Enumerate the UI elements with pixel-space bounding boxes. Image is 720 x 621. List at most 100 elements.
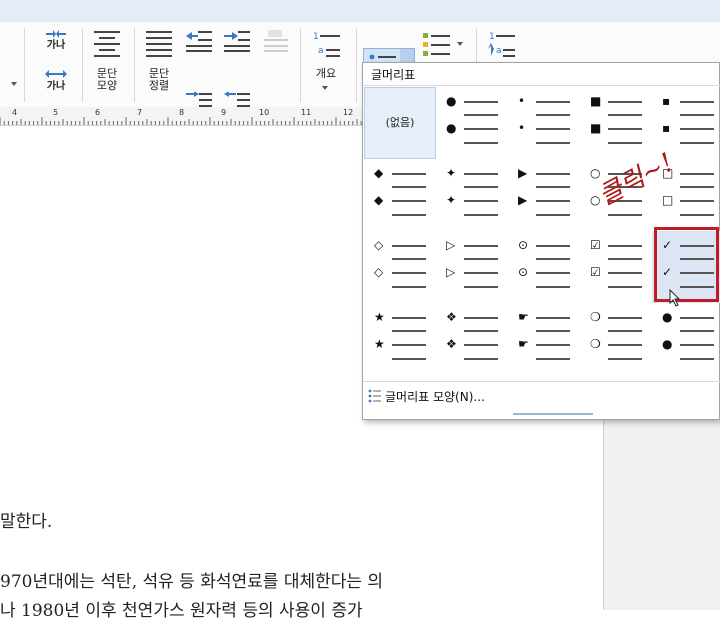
bullet-line (608, 272, 642, 274)
bullet-glyph: ◆ (374, 166, 384, 180)
bullet-line (536, 344, 570, 346)
bullet-line (464, 245, 498, 247)
bullet-line (464, 114, 498, 116)
bullet-option-triangle-right[interactable]: ▶ ▶ (508, 159, 580, 231)
bullet-glyph: ▪ (662, 121, 671, 135)
bullet-glyph: ★ (374, 310, 385, 324)
bullet-line (680, 114, 714, 116)
outline-level-icon[interactable]: 1 a (487, 30, 517, 58)
bullet-glyph: ▷ (446, 265, 456, 279)
bullet-glyph: ▷ (446, 238, 456, 252)
bullet-line (464, 258, 498, 260)
bullet-option-small-dot[interactable]: • • (508, 87, 580, 159)
bullet-line (608, 344, 642, 346)
indent-icon[interactable] (222, 30, 252, 52)
chevron-down-icon[interactable] (10, 80, 20, 88)
bullet-line (680, 128, 714, 130)
bullet-option-checkbox[interactable]: ☑ ☑ (580, 231, 652, 303)
outdent-icon[interactable] (184, 30, 214, 52)
bullet-glyph: ● (662, 337, 673, 351)
popup-title: 글머리표 (371, 68, 416, 82)
ribbon-separator (82, 28, 83, 102)
bullet-line (680, 186, 714, 188)
bullet-option-diamond[interactable]: ◆ ◆ (364, 159, 436, 231)
bullet-option-filled-circle[interactable]: ● ● (436, 87, 508, 159)
char-narrow-label: 가나 (46, 40, 66, 51)
char-narrow-icon[interactable] (44, 28, 68, 40)
scroll-indicator[interactable] (513, 413, 593, 415)
paragraph-align-label: 문단 정렬 (148, 67, 170, 92)
bullet-glyph: ★ (374, 337, 385, 351)
bullet-glyph: • (518, 94, 526, 108)
bullet-line (680, 344, 714, 346)
char-wide-icon[interactable] (44, 68, 68, 80)
bullet-option-star[interactable]: ★ ★ (364, 303, 436, 375)
divider (363, 85, 720, 86)
bullet-glyph: ◇ (374, 238, 384, 252)
paragraph-align-icon[interactable] (144, 30, 174, 58)
bullet-line (608, 128, 642, 130)
bullet-glyph: ❖ (446, 310, 457, 324)
bullet-line (464, 272, 498, 274)
bullet-line (680, 317, 714, 319)
bullet-option-dot[interactable]: ● ● (652, 303, 720, 375)
doc-line: 말한다. (0, 512, 53, 532)
bullet-glyph: ❖ (446, 337, 457, 351)
bullet-glyph: ⊙ (518, 238, 529, 252)
bullet-line (392, 173, 426, 175)
bullet-glyph: ✦ (446, 166, 457, 180)
divider (363, 381, 720, 382)
chevron-down-icon[interactable] (321, 84, 331, 92)
bullet-glyph: ▶ (518, 193, 528, 207)
paragraph-shape-icon[interactable] (92, 30, 122, 58)
bullet-line (536, 186, 570, 188)
bullet-line (464, 286, 498, 288)
bullet-option-bullseye[interactable]: ⊙ ⊙ (508, 231, 580, 303)
bullet-option-filled-square[interactable]: ■ ■ (580, 87, 652, 159)
bullet-line (536, 330, 570, 332)
bullet-option-open-circle[interactable]: ❍ ❍ (580, 303, 652, 375)
bullet-line (392, 317, 426, 319)
horizontal-ruler[interactable]: 4 5 6 7 8 9 10 11 12 (0, 107, 362, 126)
ruler-number: 9 (221, 108, 227, 117)
bullet-line (608, 214, 642, 216)
bullet-glyph: ❍ (590, 337, 601, 351)
bullet-line (464, 173, 498, 175)
svg-text:a: a (318, 46, 324, 56)
bullet-line (680, 358, 714, 360)
bullet-line (608, 142, 642, 144)
bullet-line (608, 286, 642, 288)
bullet-option-hollow-triangle[interactable]: ▷ ▷ (436, 231, 508, 303)
ribbon-separator (300, 28, 301, 102)
bullet-option-star-four[interactable]: ✦ ✦ (436, 159, 508, 231)
bullet-line (680, 214, 714, 216)
char-wide-label: 가나 (46, 81, 66, 92)
bullet-line (464, 214, 498, 216)
outline-icon[interactable]: 1 a (312, 30, 342, 58)
bullet-glyph: ☑ (590, 238, 601, 252)
bullet-glyph: ⊙ (518, 265, 529, 279)
bullet-glyph: ■ (590, 121, 602, 135)
ruler-number: 11 (301, 108, 312, 117)
bullet-shape-menu-item[interactable]: 글머리표 모양(N)... (385, 388, 485, 405)
doc-line: 나 1980년 이후 천연가스 원자력 등의 사용이 증가 (0, 601, 363, 621)
ribbon-separator (356, 28, 357, 102)
ruler-number: 8 (179, 108, 185, 117)
bullet-glyph: ☛ (518, 310, 529, 324)
bullet-line (392, 358, 426, 360)
bullet-option-pointing-hand[interactable]: ☛ ☛ (508, 303, 580, 375)
bullet-line (536, 214, 570, 216)
picture-bullet-icon[interactable] (422, 32, 452, 58)
bullet-option-hollow-diamond[interactable]: ◇ ◇ (364, 231, 436, 303)
bullet-line (464, 101, 498, 103)
ruler-number: 4 (12, 108, 18, 117)
paragraph-shape-label: 문단 모양 (96, 67, 118, 92)
bullet-glyph: ● (662, 310, 673, 324)
bullet-glyph: □ (662, 193, 674, 207)
chevron-down-icon[interactable] (456, 40, 466, 48)
bullet-option-four-diamond[interactable]: ❖ ❖ (436, 303, 508, 375)
outline-label: 개요 (315, 67, 337, 80)
bullet-option-none[interactable]: (없음) (364, 87, 436, 159)
bullet-line (536, 128, 570, 130)
bullet-glyph: • (518, 121, 526, 135)
